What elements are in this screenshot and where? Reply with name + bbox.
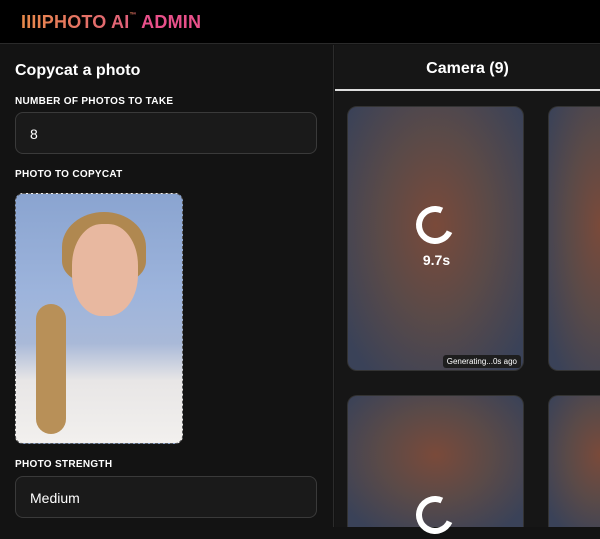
strength-label: PHOTO STRENGTH bbox=[15, 459, 113, 470]
timer: 9.7s bbox=[422, 252, 451, 268]
num-photos-label: NUMBER OF PHOTOS TO TAKE bbox=[15, 96, 174, 107]
num-photos-input[interactable]: 8 bbox=[15, 112, 317, 154]
photo-card[interactable] bbox=[347, 395, 524, 539]
photo-card[interactable] bbox=[548, 106, 600, 371]
status-badge: Generating...0s ago bbox=[442, 355, 521, 368]
panel-title: Copycat a photo bbox=[15, 62, 141, 79]
photo-face bbox=[72, 224, 138, 316]
spinner-icon bbox=[410, 490, 460, 539]
camera-title[interactable]: Camera (9) bbox=[335, 45, 600, 91]
copycat-photo-dropzone[interactable] bbox=[15, 193, 183, 444]
photo-braid bbox=[36, 304, 66, 434]
top-bar: IIIIPHOTO AI™ ADMIN bbox=[0, 0, 600, 44]
copycat-panel: Copycat a photo NUMBER OF PHOTOS TO TAKE… bbox=[0, 45, 334, 527]
photo-card[interactable]: 9.7s Generating...0s ago bbox=[347, 106, 524, 371]
camera-panel: Camera (9) 9.7s Generating...0s ago bbox=[335, 45, 600, 539]
photo-label: PHOTO TO COPYCAT bbox=[15, 169, 123, 180]
strength-select[interactable]: Medium bbox=[15, 476, 317, 518]
photo-card[interactable] bbox=[548, 395, 600, 527]
spinner-icon bbox=[410, 200, 460, 250]
logo[interactable]: IIIIPHOTO AI™ ADMIN bbox=[21, 12, 201, 33]
